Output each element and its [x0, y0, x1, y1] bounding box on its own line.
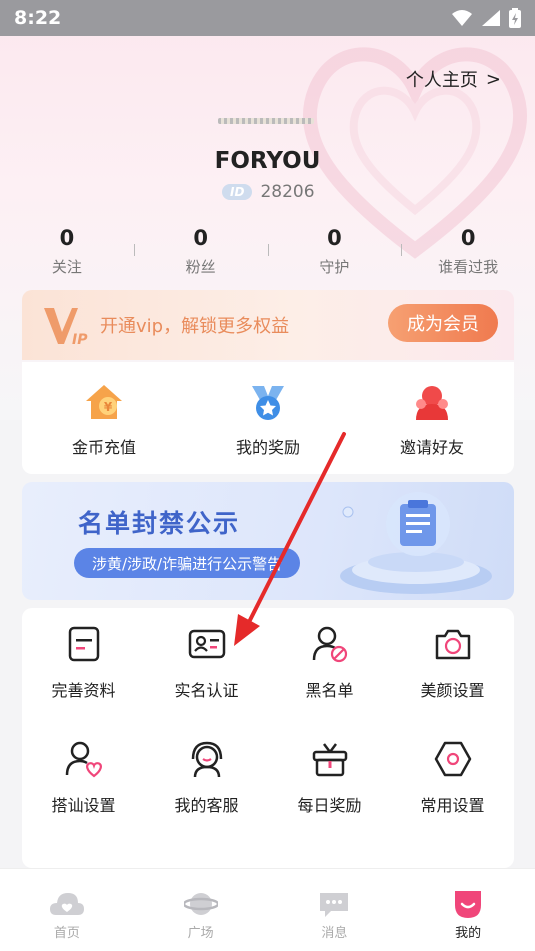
quick-action-rewards[interactable]: 我的奖励 [186, 362, 350, 474]
gift-icon [312, 743, 347, 777]
invite-friend-icon [416, 386, 448, 420]
settings-daily-reward[interactable]: 每日奖励 [268, 739, 391, 854]
avatar[interactable] [218, 118, 314, 124]
nav-messages[interactable]: 消息 [268, 869, 402, 951]
svg-text:¥: ¥ [104, 400, 113, 414]
quick-action-recharge[interactable]: ¥ 金币充值 [22, 362, 186, 474]
camera-icon [435, 629, 470, 660]
settings-general[interactable]: 常用设置 [391, 739, 514, 854]
nav-label: 消息 [321, 926, 348, 941]
clipboard-podium-icon [340, 492, 492, 594]
ban-list-banner[interactable]: 名单封禁公示 涉黄/涉政/诈骗进行公示警告 [22, 482, 514, 600]
svg-text:IP: IP [72, 332, 88, 348]
settings-label: 每日奖励 [297, 796, 362, 815]
settings-label: 常用设置 [420, 796, 485, 815]
quick-action-label: 我的奖励 [235, 438, 300, 457]
status-icons [451, 8, 521, 28]
settings-card: 完善资料 实名认证 黑名单 美颜设置 搭讪设置 我的客服 每日奖励 常用设置 [22, 608, 514, 868]
status-time: 8:22 [14, 7, 62, 29]
stat-label: 关注 [51, 258, 82, 276]
planet-icon [183, 893, 218, 915]
personal-homepage-link[interactable]: 个人主页 > [406, 66, 501, 92]
bottom-nav: 首页 广场 消息 我的 [0, 868, 535, 951]
stat-value: 0 [460, 226, 476, 250]
settings-customer-service[interactable]: 我的客服 [145, 739, 268, 854]
settings-chat-up[interactable]: 搭讪设置 [22, 739, 145, 854]
settings-beauty[interactable]: 美颜设置 [391, 624, 514, 739]
vip-promo-text: 开通vip，解锁更多权益 [100, 316, 290, 337]
settings-label: 实名认证 [174, 681, 239, 700]
settings-blacklist[interactable]: 黑名单 [268, 624, 391, 739]
stat-value: 0 [327, 226, 342, 250]
hexagon-settings-icon [434, 741, 471, 777]
nav-label: 广场 [187, 926, 214, 941]
signal-icon [482, 10, 500, 26]
stat-label: 粉丝 [185, 258, 216, 276]
id-badge: ID [222, 184, 253, 200]
personal-homepage-label: 个人主页 [405, 70, 478, 91]
become-member-button[interactable]: 成为会员 [388, 304, 498, 342]
quick-action-label: 邀请好友 [399, 438, 464, 457]
settings-label: 黑名单 [305, 681, 354, 700]
battery-icon [509, 8, 521, 28]
stat-label: 守护 [319, 258, 350, 276]
user-id: 28206 [260, 182, 315, 202]
stat-fans[interactable]: 0 粉丝 [133, 226, 268, 277]
nav-label: 我的 [455, 926, 482, 941]
vip-banner[interactable]: IP 开通vip，解锁更多权益 成为会员 [22, 290, 514, 360]
nav-square[interactable]: 广场 [134, 869, 268, 951]
settings-label: 完善资料 [51, 681, 116, 700]
quick-actions-card: ¥ 金币充值 我的奖励 邀请好友 [22, 362, 514, 474]
settings-complete-profile[interactable]: 完善资料 [22, 624, 145, 739]
reward-medal-icon [252, 386, 284, 420]
settings-real-name[interactable]: 实名认证 [145, 624, 268, 739]
settings-label: 美颜设置 [420, 681, 485, 700]
user-heart-icon [65, 741, 102, 778]
ban-list-subtitle: 涉黄/涉政/诈骗进行公示警告 [74, 548, 301, 578]
coin-house-icon: ¥ [86, 385, 122, 419]
stat-visitors[interactable]: 0 谁看过我 [401, 226, 535, 277]
quick-action-invite[interactable]: 邀请好友 [350, 362, 514, 474]
vip-logo-icon: IP [44, 308, 88, 348]
chat-bubble-icon [320, 893, 349, 917]
headset-icon [191, 741, 222, 778]
stats-row: 0 关注 0 粉丝 0 守护 0 谁看过我 [0, 226, 535, 277]
stat-guard[interactable]: 0 守护 [267, 226, 402, 277]
wifi-icon [452, 10, 472, 26]
settings-label: 我的客服 [174, 796, 239, 815]
nav-home[interactable]: 首页 [0, 869, 134, 951]
id-card-icon [188, 629, 225, 659]
user-id-row: ID 28206 [222, 182, 315, 202]
chevron-right-icon: > [485, 68, 501, 90]
document-icon [68, 626, 99, 662]
nav-label: 首页 [53, 926, 80, 941]
ban-list-title: 名单封禁公示 [78, 509, 241, 538]
blocked-user-icon [312, 626, 347, 663]
nav-me[interactable]: 我的 [401, 869, 535, 951]
stat-label: 谁看过我 [438, 258, 499, 276]
stat-value: 0 [59, 226, 75, 250]
settings-label: 搭讪设置 [51, 796, 116, 815]
stat-following[interactable]: 0 关注 [0, 226, 134, 277]
stat-value: 0 [193, 226, 208, 250]
home-cloud-icon [49, 893, 84, 915]
me-face-icon [455, 891, 482, 918]
quick-action-label: 金币充值 [71, 438, 136, 457]
status-bar: 8:22 [0, 0, 535, 36]
username: FORYOU [214, 148, 321, 174]
